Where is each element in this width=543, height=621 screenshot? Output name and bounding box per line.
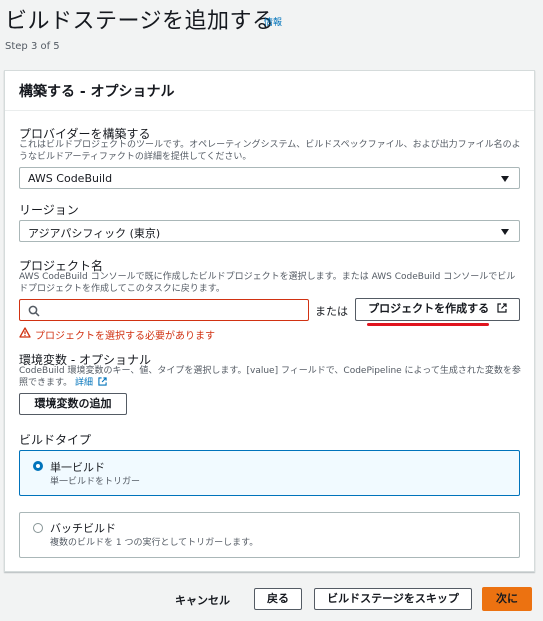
provider-description: これはビルドプロジェクトのツールです。オペレーティングシステム、ビルドスペックフ… <box>19 140 521 162</box>
provider-select-value: AWS CodeBuild <box>28 172 113 185</box>
env-description: CodeBuild 環境変数のキー、値、タイプを選択します。[value] フィ… <box>19 365 524 389</box>
project-error-message: プロジェクトを選択する必要があります <box>35 331 215 342</box>
project-search-input[interactable] <box>19 299 309 321</box>
step-indicator: Step 3 of 5 <box>5 41 60 52</box>
single-build-title: 単一ビルド <box>50 461 105 474</box>
or-text: または <box>315 305 348 318</box>
next-button[interactable]: 次に <box>482 587 532 611</box>
region-label: リージョン <box>19 203 79 217</box>
add-env-var-button[interactable]: 環境変数の追加 <box>19 393 127 415</box>
annotation-underline <box>367 323 489 326</box>
create-project-label: プロジェクトを作成する <box>368 302 490 315</box>
batch-build-title: バッチビルド <box>50 522 116 535</box>
card-header: 構築する - オプショナル <box>5 71 534 111</box>
warning-icon <box>19 327 31 338</box>
region-select-value: アジアパシフィック (東京) <box>28 227 161 240</box>
build-stage-card: 構築する - オプショナル プロバイダーを構築する これはビルドプロジェクトのツ… <box>4 70 535 572</box>
card-title: 構築する - オプショナル <box>19 84 175 100</box>
external-link-icon <box>497 303 507 313</box>
batch-build-description: 複数のビルドを 1 つの実行としてトリガーします。 <box>50 538 259 548</box>
create-project-button[interactable]: プロジェクトを作成する <box>355 298 520 321</box>
provider-select[interactable]: AWS CodeBuild <box>19 167 520 189</box>
single-build-description: 単一ビルドをトリガー <box>50 477 141 487</box>
build-type-label: ビルドタイプ <box>19 433 92 447</box>
caret-down-icon <box>501 229 509 235</box>
radio-unselected[interactable] <box>33 523 43 533</box>
detail-link-label: 詳細 <box>74 378 93 388</box>
cancel-button[interactable]: キャンセル <box>175 592 230 608</box>
external-link-icon <box>98 377 107 386</box>
radio-selected[interactable] <box>33 461 43 471</box>
search-icon <box>28 305 40 317</box>
detail-link[interactable]: 詳細 <box>74 377 107 388</box>
region-select[interactable]: アジアパシフィック (東京) <box>19 220 520 242</box>
caret-down-icon <box>501 176 509 182</box>
info-link[interactable]: 情報 <box>264 15 282 28</box>
page-title: ビルドステージを追加する <box>5 9 275 34</box>
skip-build-stage-button[interactable]: ビルドステージをスキップ <box>314 588 472 610</box>
build-type-batch-option[interactable]: バッチビルド 複数のビルドを 1 つの実行としてトリガーします。 <box>19 512 520 558</box>
project-description: AWS CodeBuild コンソールで既に作成したビルドプロジェクトを選択しま… <box>19 272 516 294</box>
back-button[interactable]: 戻る <box>254 588 302 610</box>
build-type-single-option[interactable]: 単一ビルド 単一ビルドをトリガー <box>19 450 520 496</box>
